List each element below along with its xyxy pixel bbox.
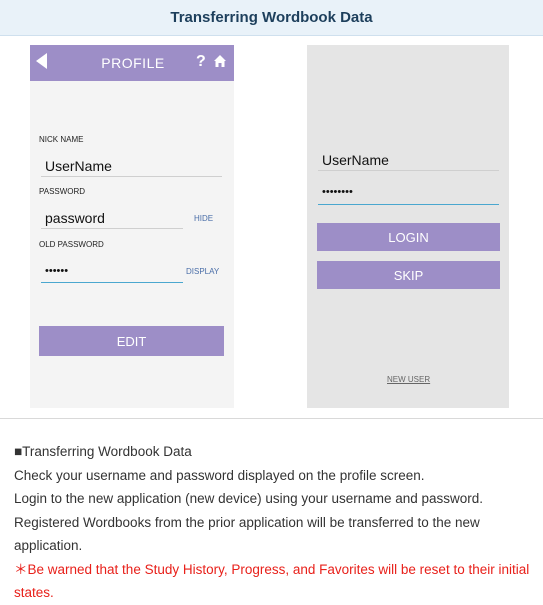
profile-title: PROFILE xyxy=(101,55,165,71)
description-line-1: Check your username and password display… xyxy=(14,467,425,483)
password-field[interactable]: password xyxy=(45,210,105,226)
login-password-field[interactable]: •••••••• xyxy=(322,186,353,198)
divider xyxy=(0,418,543,419)
edit-button[interactable]: EDIT xyxy=(39,326,224,356)
username-field[interactable]: UserName xyxy=(322,152,389,168)
old-password-label: OLD PASSWORD xyxy=(39,240,104,249)
banner-title: Transferring Wordbook Data xyxy=(170,9,373,26)
description-line-3: Registered Wordbooks from the prior appl… xyxy=(14,514,480,554)
description-heading: ■Transferring Wordbook Data xyxy=(14,444,192,459)
nick-name-label: NICK NAME xyxy=(39,135,84,144)
description-line-2: Login to the new application (new device… xyxy=(14,491,484,506)
warning-text: ＊Be warned that the Study History, Progr… xyxy=(14,561,530,601)
help-icon[interactable]: ? xyxy=(196,53,206,71)
home-icon[interactable] xyxy=(213,54,227,68)
password-label: PASSWORD xyxy=(39,187,86,196)
display-password-link[interactable]: DISPLAY xyxy=(186,267,219,276)
password-underline xyxy=(41,228,183,229)
nick-name-field[interactable]: UserName xyxy=(45,158,112,174)
login-password-underline xyxy=(318,204,499,205)
nick-name-underline xyxy=(41,176,222,177)
login-screen: UserName •••••••• LOGIN SKIP NEW USER xyxy=(307,45,509,408)
skip-button[interactable]: SKIP xyxy=(317,261,500,289)
username-underline xyxy=(318,170,499,171)
profile-app-bar: PROFILE ? xyxy=(30,45,234,81)
old-password-underline xyxy=(41,282,183,283)
new-user-link[interactable]: NEW USER xyxy=(387,375,430,384)
login-button[interactable]: LOGIN xyxy=(317,223,500,251)
profile-screen: PROFILE ? NICK NAME UserName PASSWORD pa… xyxy=(30,45,234,408)
description-text: ■Transferring Wordbook Data Check your u… xyxy=(14,440,534,605)
old-password-field[interactable]: •••••• xyxy=(45,265,68,277)
back-arrow-icon[interactable] xyxy=(36,53,47,69)
hide-password-link[interactable]: HIDE xyxy=(194,214,213,223)
banner: Transferring Wordbook Data xyxy=(0,0,543,36)
